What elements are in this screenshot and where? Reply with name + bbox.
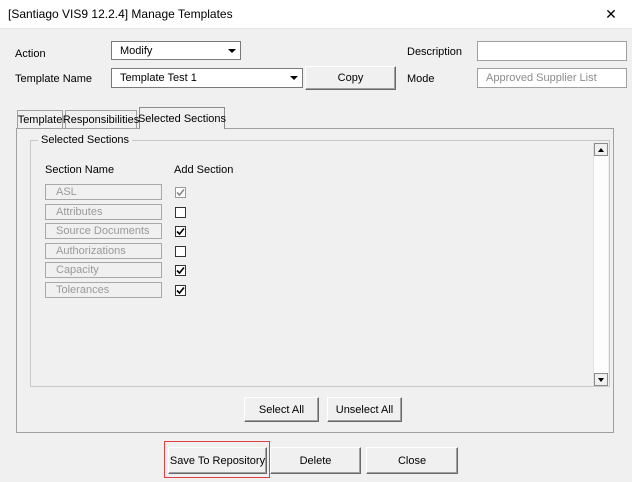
action-dropdown[interactable]: Modify [111,41,241,60]
section-name-text: Tolerances [56,284,110,296]
mode-label: Mode [407,73,435,85]
checkmark-icon [176,188,185,197]
action-label: Action [15,48,46,60]
checkmark-icon [176,286,185,295]
section-name-text: Authorizations [56,245,126,257]
title-bar: [Santiago VIS9 12.2.4] Manage Templates … [0,0,632,29]
action-value: Modify [120,45,153,57]
arrow-up-icon [598,148,604,152]
checkmark-icon [176,266,185,275]
group-title: Selected Sections [38,134,133,146]
template-name-label: Template Name [15,73,93,85]
scroll-down-button[interactable] [594,373,608,386]
section-name-header: Section Name [45,164,115,176]
section-name-field: Authorizations [45,243,162,259]
section-name-text: Capacity [56,264,99,276]
save-to-repository-button[interactable]: Save To Repository [168,447,267,474]
close-button[interactable]: Close [366,447,458,474]
description-field[interactable] [477,41,627,61]
description-label: Description [407,46,463,58]
vertical-scrollbar[interactable] [593,143,608,386]
section-name-field: ASL [45,184,162,200]
add-section-checkbox-source-documents[interactable] [175,226,186,237]
delete-button[interactable]: Delete [270,447,361,474]
close-icon: ✕ [605,5,617,22]
add-section-header: Add Section [174,164,234,176]
select-all-button[interactable]: Select All [244,397,319,422]
tab-selected-sections[interactable]: Selected Sections [138,107,226,129]
section-name-text: Attributes [56,206,103,218]
section-name-field: Capacity [45,262,162,278]
mode-field: Approved Supplier List [477,68,627,88]
add-section-checkbox-authorizations[interactable] [175,246,186,257]
add-section-checkbox-capacity[interactable] [175,265,186,276]
checkmark-icon [176,227,185,236]
template-name-dropdown[interactable]: Template Test 1 [111,68,303,88]
section-name-text: Source Documents [56,225,150,237]
copy-button[interactable]: Copy [305,66,396,90]
template-name-value: Template Test 1 [120,72,197,84]
section-name-field: Attributes [45,204,162,220]
arrow-down-icon [598,378,604,382]
mode-value: Approved Supplier List [486,72,597,84]
chevron-down-icon [228,49,236,53]
unselect-all-button[interactable]: Unselect All [327,397,402,422]
window-title: [Santiago VIS9 12.2.4] Manage Templates [8,7,233,21]
close-window-button[interactable]: ✕ [590,0,632,28]
add-section-checkbox-attributes[interactable] [175,207,186,218]
add-section-checkbox-tolerances[interactable] [175,285,186,296]
scroll-up-button[interactable] [594,143,608,156]
tab-responsibilities[interactable]: Responsibilities [63,110,139,128]
section-name-text: ASL [56,186,77,198]
section-name-field: Tolerances [45,282,162,298]
tab-template[interactable]: Template [17,110,63,128]
chevron-down-icon [290,76,298,80]
add-section-checkbox-asl [175,187,186,198]
section-name-field: Source Documents [45,223,162,239]
